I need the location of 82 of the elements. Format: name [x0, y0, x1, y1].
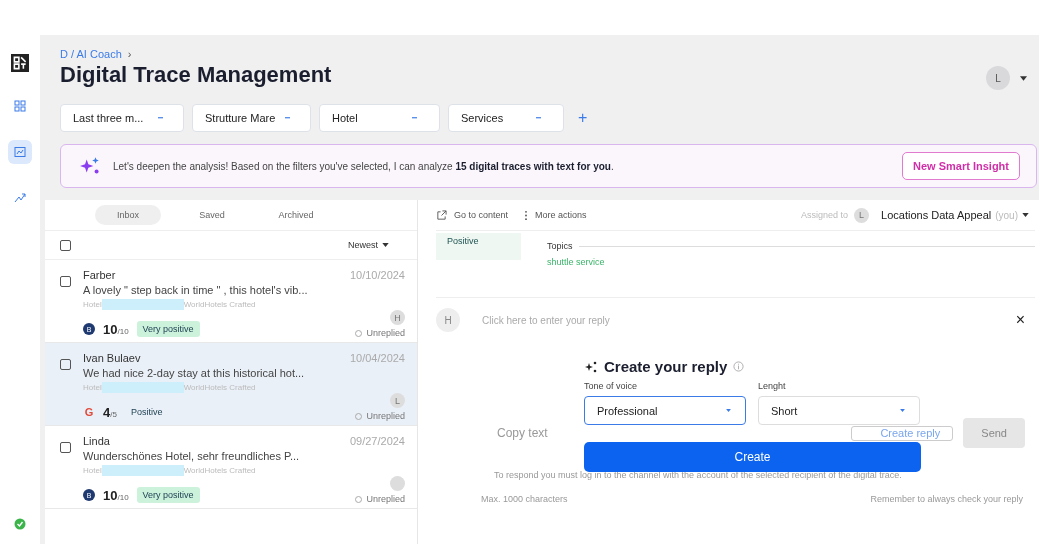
sentiment-tag: Very positive	[136, 487, 200, 503]
reply-status: Unreplied	[355, 411, 405, 421]
review-date: 10/10/2024	[349, 269, 405, 281]
field-label: Tone of voice	[584, 381, 639, 391]
tab[interactable]: Archived	[263, 205, 329, 225]
dash-icon	[536, 117, 541, 119]
close-button[interactable]: ×	[1005, 311, 1035, 329]
insight-text: Let's deepen the analysis! Based on the filters you've selected, I can analyze 15 digital traces with text for you.	[113, 160, 614, 172]
caret-icon	[726, 409, 731, 412]
sort-dropdown[interactable]: Newest	[342, 239, 395, 251]
sentiment-label: Positive	[436, 233, 521, 260]
place-label: Hotel	[83, 300, 102, 309]
breadcrumb-separator: ›	[127, 48, 132, 60]
review-excerpt: We had nice 2-day stay at this historical hot...	[83, 367, 306, 379]
filter-dropdown[interactable]: Last three m...	[60, 104, 184, 132]
nav-item[interactable]	[8, 140, 32, 164]
dash-icon	[285, 117, 290, 119]
check-badge-icon	[14, 518, 26, 530]
logo-icon[interactable]	[11, 54, 29, 72]
sentiment-tag: Very positive	[136, 321, 200, 337]
brand-label: WorldHotels Crafted	[183, 466, 256, 475]
topics-heading: Topics	[547, 241, 573, 251]
tab[interactable]: Saved	[179, 205, 245, 225]
place-label: Hotel	[83, 466, 102, 475]
field-label: Lenght	[758, 381, 787, 391]
more-actions-button[interactable]: More actions	[524, 209, 587, 221]
caret-icon[interactable]	[1020, 75, 1027, 81]
reply-status: Unreplied	[355, 328, 405, 338]
select-all-checkbox[interactable]	[60, 239, 71, 251]
dash-icon	[158, 117, 163, 119]
dialog-title: Create your reply	[604, 358, 728, 375]
sentiment-tag: Positive	[124, 404, 169, 420]
review-score: 10/10	[103, 322, 129, 337]
grid-icon	[14, 100, 26, 112]
assignee-avatar: L	[390, 393, 405, 408]
caret-icon	[900, 409, 905, 412]
topic-tag: shuttle service	[547, 257, 1035, 267]
filter-dropdown[interactable]: Hotel	[319, 104, 440, 132]
select-field[interactable]: Professional	[584, 396, 746, 425]
row-checkbox[interactable]	[60, 359, 71, 370]
dash-icon	[412, 117, 417, 119]
reviewer-name: Farber	[83, 269, 116, 281]
row-checkbox[interactable]	[60, 276, 71, 287]
select-field[interactable]: Short	[758, 396, 920, 425]
assignee-avatar: H	[390, 310, 405, 325]
review-excerpt: A lovely " step back in time " , this hotel's vib...	[83, 284, 309, 296]
tab[interactable]: Inbox	[95, 205, 161, 225]
user-avatar[interactable]: L	[986, 66, 1010, 90]
caret-icon	[382, 243, 389, 247]
assignee-dropdown[interactable]: Locations Data Appeal (you)	[875, 208, 1035, 222]
filter-dropdown[interactable]: Services	[448, 104, 564, 132]
chart-icon	[14, 146, 26, 158]
new-smart-insight-button[interactable]: New Smart Insight	[902, 152, 1020, 180]
caret-icon	[1022, 213, 1029, 217]
sparkle-icon	[584, 359, 598, 374]
review-score: 10/10	[103, 488, 129, 503]
reminder-text: Remember to always check your reply	[870, 494, 1023, 504]
review-score: 4/5	[103, 405, 117, 420]
reply-status: Unreplied	[355, 494, 405, 504]
review-excerpt: Wunderschönes Hotel, sehr freundliches P...	[83, 450, 301, 462]
create-button[interactable]: Create	[584, 442, 921, 472]
source-icon: G	[83, 406, 95, 418]
review-date: 09/27/2024	[349, 435, 405, 447]
info-icon	[733, 361, 745, 372]
more-icon	[524, 209, 529, 221]
user-avatar: H	[436, 308, 460, 332]
go-to-content-button[interactable]: Go to content	[436, 209, 509, 221]
add-filter-button[interactable]: +	[572, 109, 594, 127]
assigned-label: Assigned to	[801, 210, 849, 220]
assignee-avatar	[390, 476, 405, 491]
page-title: Digital Trace Management	[60, 62, 332, 88]
filter-dropdown[interactable]: Strutture Mare	[192, 104, 311, 132]
assignee-avatar: L	[854, 207, 870, 223]
reviewer-name: Linda	[83, 435, 110, 447]
character-limit: Max. 1000 characters	[481, 494, 568, 504]
row-checkbox[interactable]	[60, 442, 71, 453]
brand-label: WorldHotels Crafted	[183, 300, 256, 309]
breadcrumb-link[interactable]: D / AI Coach	[60, 48, 122, 60]
trend-icon	[14, 192, 26, 204]
review-date: 10/04/2024	[349, 352, 405, 364]
reviewer-name: Ivan Bulaev	[83, 352, 141, 364]
external-link-icon	[436, 209, 447, 221]
